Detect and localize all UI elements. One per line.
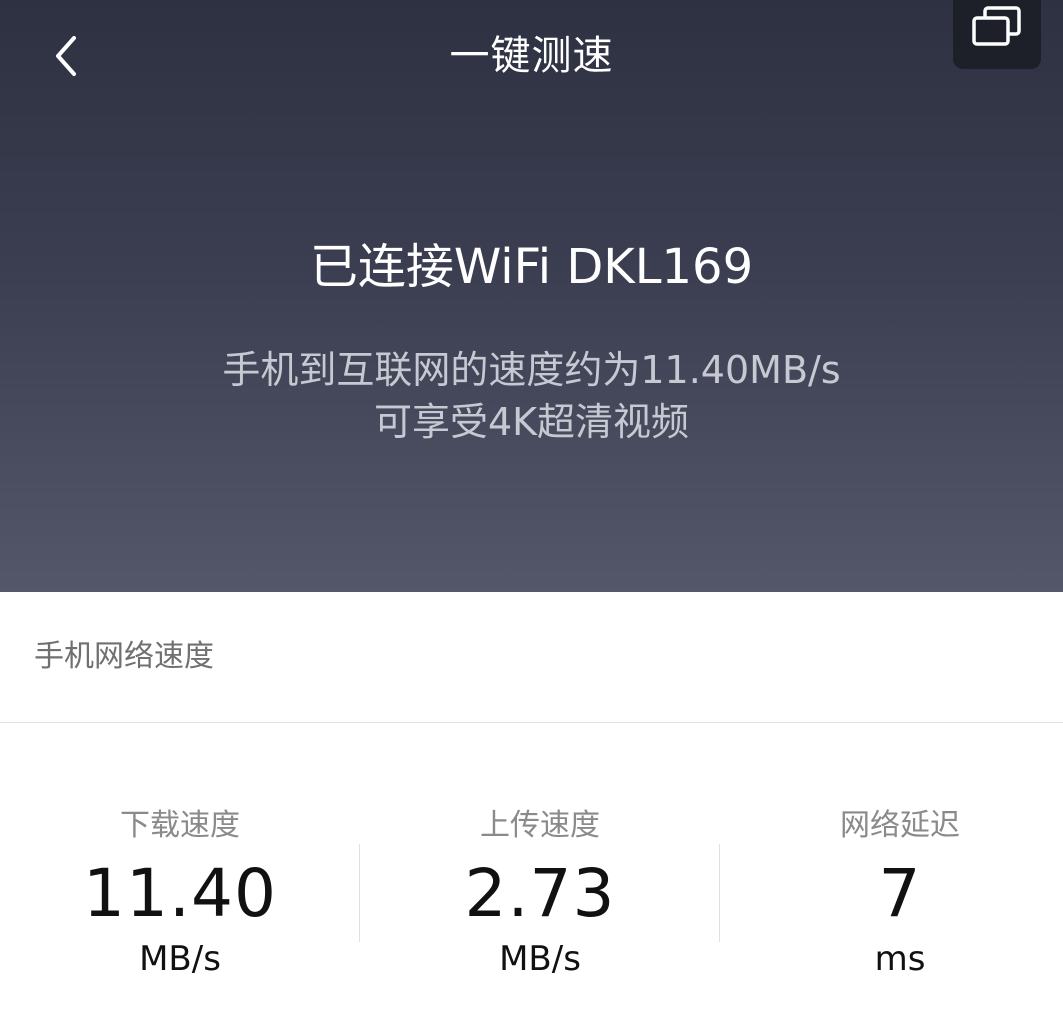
speed-stats: 下载速度 11.40 MB/s 上传速度 2.73 MB/s 网络延迟 7 ms bbox=[0, 800, 1063, 1000]
video-quality-line: 可享受4K超清视频 bbox=[373, 400, 690, 444]
section-header: 手机网络速度 bbox=[0, 592, 1063, 723]
stat-value: 11.40 bbox=[83, 855, 277, 932]
section-title: 手机网络速度 bbox=[34, 639, 214, 674]
download-speed-stat: 下载速度 11.40 MB/s bbox=[0, 800, 360, 982]
windows-overlap-icon bbox=[972, 6, 1021, 46]
latency-stat: 网络延迟 7 ms bbox=[720, 800, 1063, 982]
stat-label: 网络延迟 bbox=[840, 808, 960, 843]
stat-value: 2.73 bbox=[464, 855, 616, 932]
stat-unit: MB/s bbox=[499, 939, 581, 979]
stat-unit: ms bbox=[874, 939, 926, 979]
stat-unit: MB/s bbox=[139, 939, 221, 979]
speed-summary: 手机到互联网的速度约为11.40MB/s 可享受4K超清视频 bbox=[0, 344, 1063, 448]
speed-summary-line: 手机到互联网的速度约为11.40MB/s bbox=[222, 348, 841, 392]
stat-label: 上传速度 bbox=[480, 808, 600, 843]
floating-window-button[interactable] bbox=[953, 0, 1041, 69]
wifi-connection-status: 已连接WiFi DKL169 bbox=[309, 239, 754, 295]
speed-test-header: 一键测速 已连接WiFi DKL169 手机到互联网的速度约为11.40MB/s… bbox=[0, 0, 1063, 592]
stat-value: 7 bbox=[878, 855, 922, 932]
page-title: 一键测速 bbox=[449, 33, 614, 79]
upload-speed-stat: 上传速度 2.73 MB/s bbox=[360, 800, 720, 982]
stat-label: 下载速度 bbox=[120, 808, 240, 843]
